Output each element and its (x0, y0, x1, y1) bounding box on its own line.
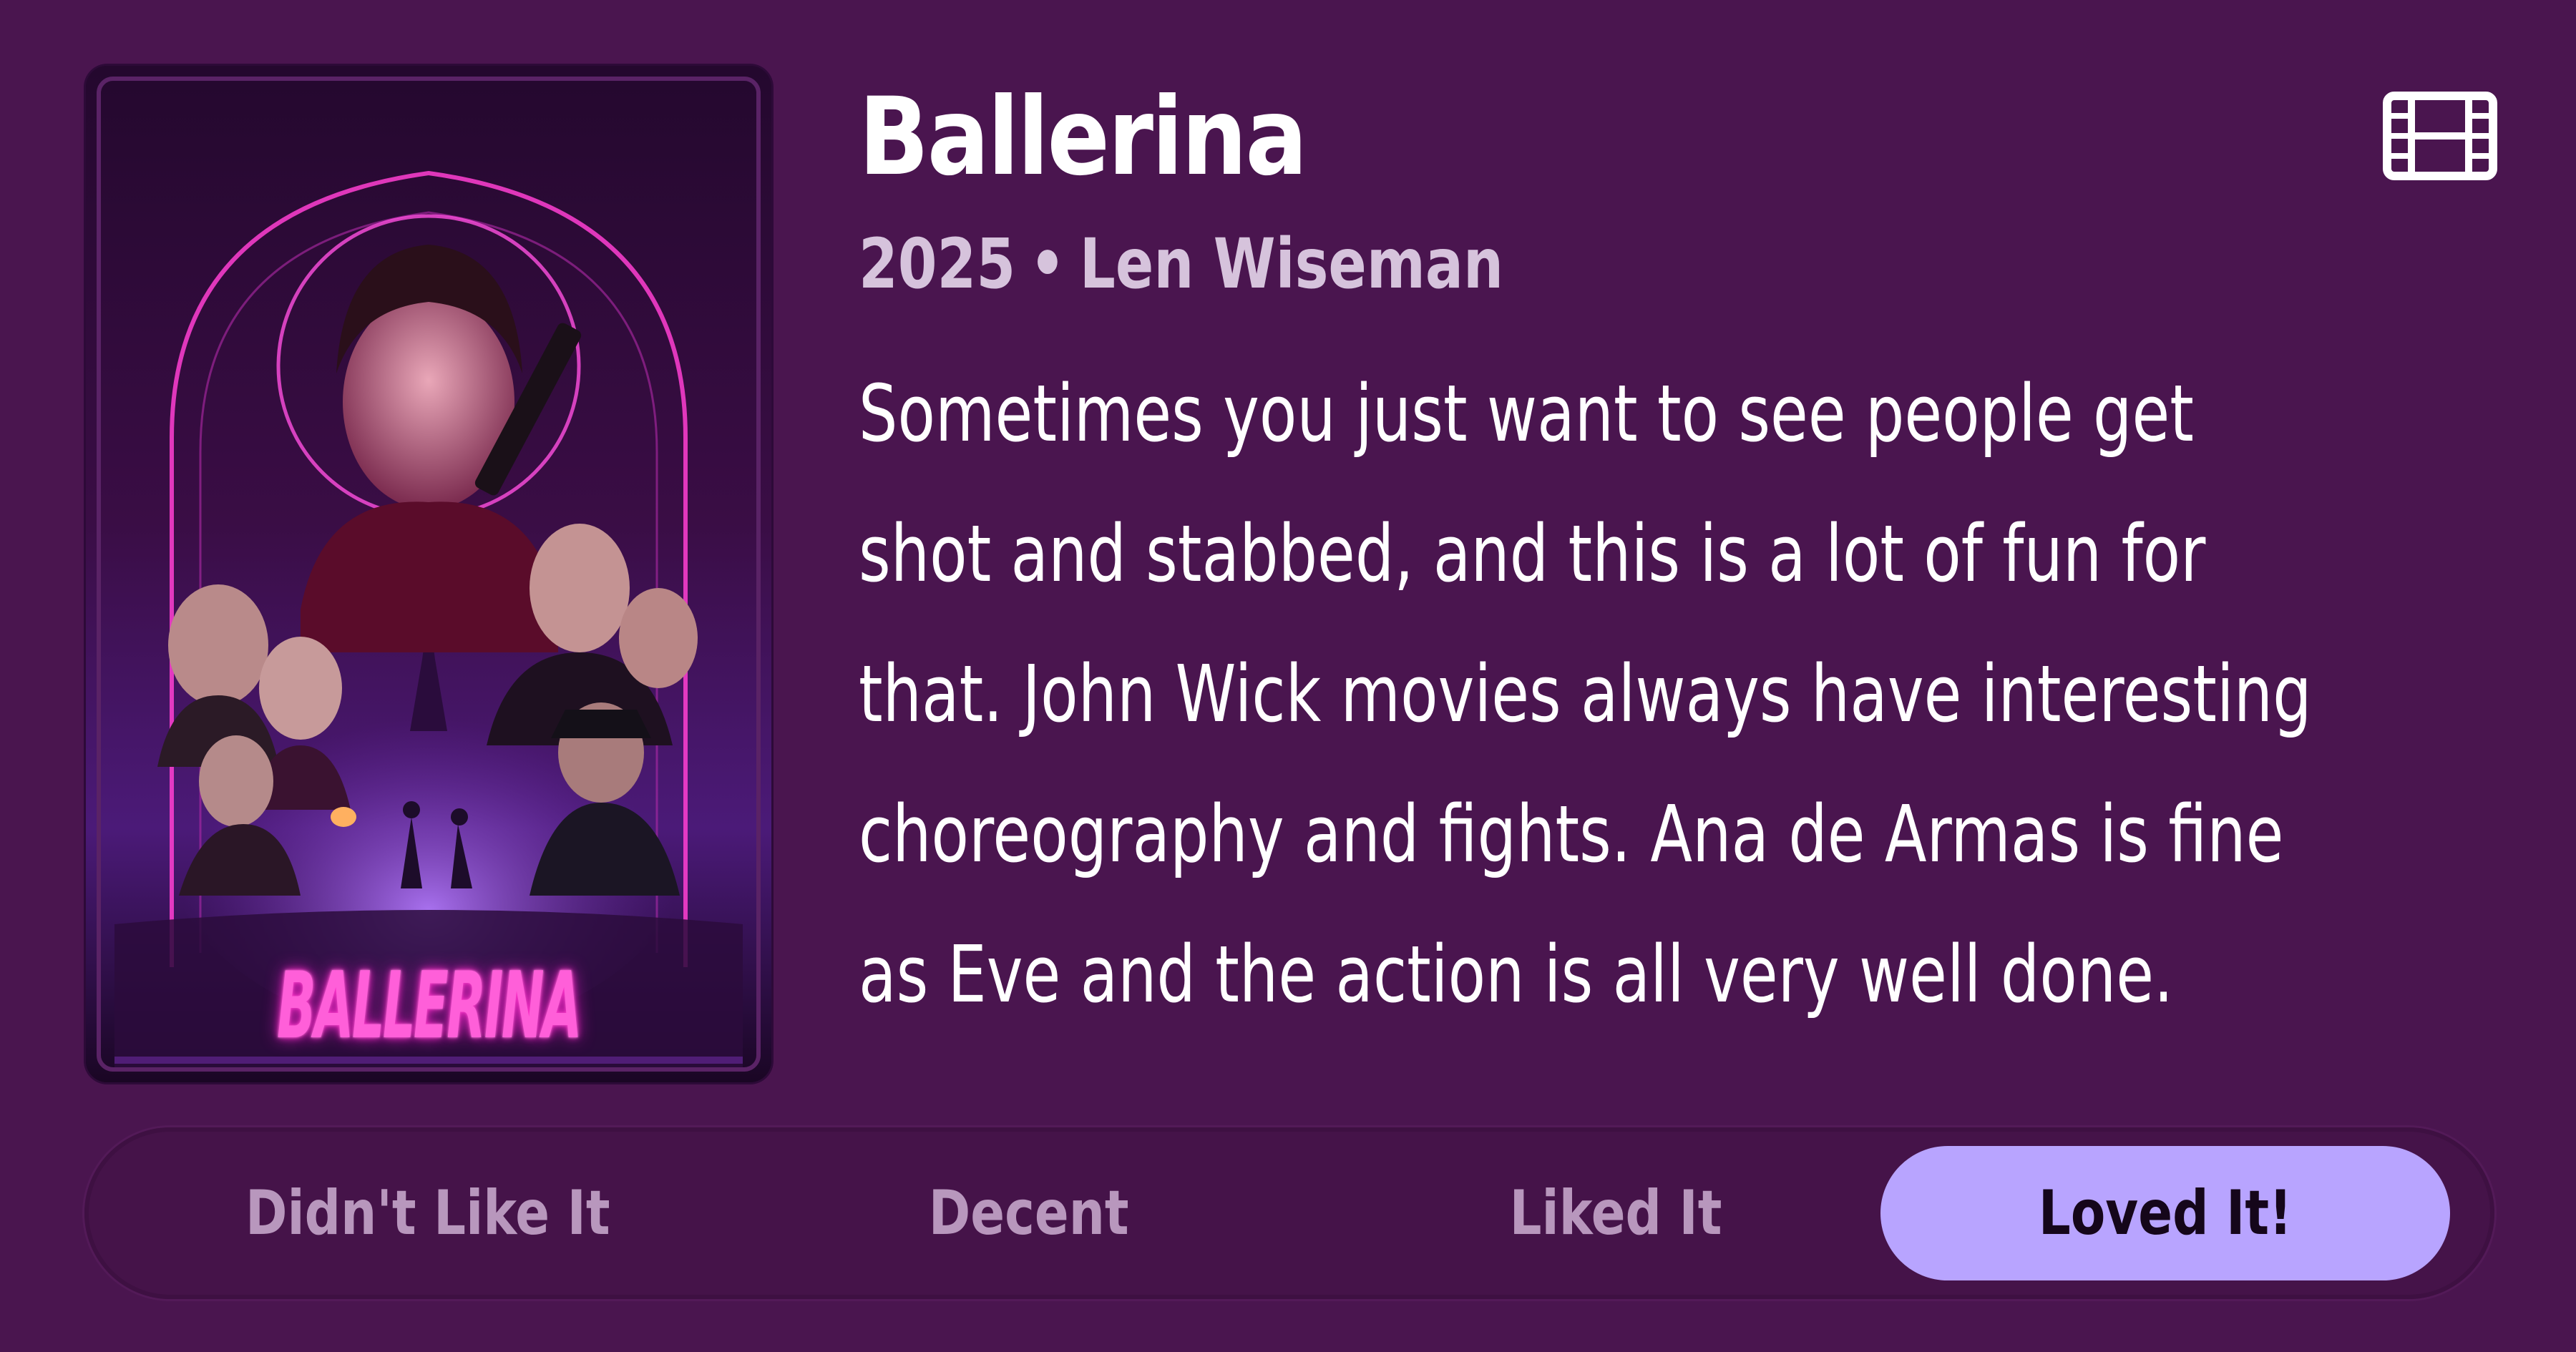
review-text: Sometimes you just want to see people ge… (859, 343, 2312, 1044)
rating-selector: Didn't Like It Decent Liked It Loved It! (84, 1127, 2494, 1299)
movie-director: Len Wiseman (1079, 224, 1504, 304)
review-line: shot and stabbed, and this is a lot of f… (859, 508, 2206, 599)
rating-option-label: Decent (929, 1177, 1129, 1249)
review-line: that. John Wick movies always have inter… (859, 648, 2312, 740)
rating-option-loved-it[interactable]: Loved It! (1880, 1146, 2450, 1280)
movie-title: Ballerina (859, 75, 1307, 200)
rating-option-label: Liked It (1509, 1177, 1722, 1249)
movie-review-card: BALLERINA Ballerina 2025 • Len Wiseman Som… (0, 0, 2576, 1352)
rating-option-liked-it[interactable]: Liked It (1315, 1146, 1916, 1280)
review-line: Sometimes you just want to see people ge… (859, 368, 2194, 459)
rating-option-didnt-like-it[interactable]: Didn't Like It (127, 1146, 728, 1280)
poster-artwork (86, 66, 771, 1082)
meta-separator: • (1029, 224, 1066, 304)
movie-poster[interactable]: BALLERINA (86, 66, 771, 1082)
movie-year: 2025 (859, 224, 1016, 304)
rating-option-decent[interactable]: Decent (728, 1146, 1330, 1280)
movie-meta: 2025 • Len Wiseman (859, 217, 1503, 310)
rating-option-label: Didn't Like It (245, 1177, 610, 1249)
poster-title-text: BALLERINA (277, 953, 582, 1059)
review-line: as Eve and the action is all very well d… (859, 929, 2174, 1020)
review-line: choreography and fights. Ana de Armas is… (859, 788, 2284, 880)
rating-option-label: Loved It! (2038, 1177, 2293, 1249)
film-icon (2383, 92, 2497, 180)
